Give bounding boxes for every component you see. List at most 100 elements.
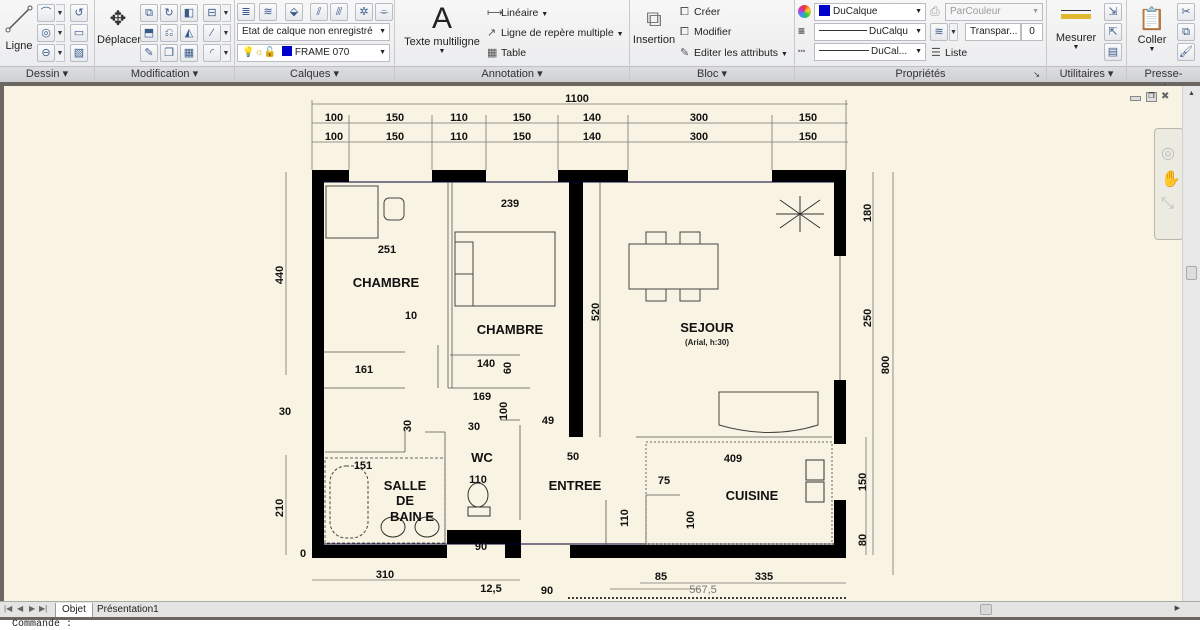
break-dropdown[interactable]: ▼ <box>222 24 231 42</box>
plot-style-select[interactable]: ParCouleur ▼ <box>945 3 1043 21</box>
dim-label: 150 <box>386 131 404 143</box>
fillet-dropdown[interactable]: ▼ <box>222 44 231 62</box>
mtext-button[interactable]: A Texte multiligne ▼ <box>401 2 483 55</box>
dim-30-wc: 30 <box>468 421 480 433</box>
erase-icon[interactable]: ✎ <box>140 44 158 62</box>
rectangle-icon[interactable]: ▭ <box>70 24 88 42</box>
room-cuisine: CUISINE <box>726 488 779 503</box>
polyline-icon[interactable]: ⌒ <box>37 4 55 22</box>
color-wheel-icon <box>798 5 811 18</box>
hatch-icon[interactable]: ▧ <box>70 44 88 62</box>
multileader-button[interactable]: ↗ Ligne de repère multiple ▼ <box>487 26 624 39</box>
spline-icon[interactable]: ↺ <box>70 4 88 22</box>
calculator-icon[interactable]: ▤ <box>1104 43 1122 61</box>
viewport-close-button[interactable]: ✖ <box>1161 92 1172 102</box>
layer-properties-icon[interactable]: ≣ <box>237 3 255 21</box>
join-icon[interactable]: ⊟ <box>203 4 221 22</box>
fillet-icon[interactable]: ◜ <box>203 44 221 62</box>
scroll-right-arrow[interactable]: ▶ <box>1175 604 1180 612</box>
layer-freeze-icon[interactable]: ✲ <box>355 3 373 21</box>
layer-state-select[interactable]: Etat de calque non enregistré ▼ <box>237 23 390 41</box>
layer-match-icon[interactable]: ⬙ <box>285 3 303 21</box>
dim-label: 150 <box>799 112 817 124</box>
next-tab-button[interactable]: ▶ <box>29 604 35 613</box>
room-salle-line2: DE <box>396 493 414 508</box>
plant <box>776 196 824 232</box>
circle-dropdown[interactable]: ▼ <box>56 24 65 42</box>
explode-icon[interactable]: ❐ <box>160 44 178 62</box>
circle-icon[interactable]: ◎ <box>37 24 55 42</box>
break-icon[interactable]: ⁄ <box>203 24 221 42</box>
vertical-scroll-thumb[interactable] <box>1186 266 1197 280</box>
vertical-scrollbar[interactable]: ▲ <box>1182 86 1200 601</box>
create-block-button[interactable]: ⧠ Créer <box>680 6 720 19</box>
copy-clip-icon[interactable]: ⧉ <box>1177 23 1195 41</box>
match-properties-icon[interactable]: ≋ <box>930 23 948 41</box>
prev-tab-button[interactable]: ◀ <box>17 604 23 613</box>
stretch-icon[interactable]: ⬒ <box>140 24 158 42</box>
rotate-icon[interactable]: ↻ <box>160 4 178 22</box>
layer-previous-icon[interactable]: ⫽ <box>310 3 328 21</box>
panel-title-calques[interactable]: Calques ▾ <box>235 66 394 82</box>
quick-select-icon[interactable]: ⇲ <box>1104 3 1122 21</box>
steering-wheel-icon[interactable]: ◎ <box>1161 143 1175 163</box>
tab-objet[interactable]: Objet <box>55 603 93 617</box>
pan-hand-icon[interactable]: ✋ <box>1161 169 1181 189</box>
move-button[interactable]: ✥ Déplacer <box>97 4 142 46</box>
measure-button[interactable]: Mesurer ▼ <box>1051 6 1101 51</box>
layer-isolate-icon[interactable]: ⫻ <box>330 3 348 21</box>
linear-dim-button[interactable]: ⟼Linéaire ▼ <box>487 6 548 19</box>
drawing-canvas[interactable]: 1100 100 150 110 150 140 300 150 100 150… <box>0 86 1200 601</box>
viewport-minimize-button[interactable] <box>1130 96 1141 101</box>
edit-attributes-button[interactable]: ✎ Editer les attributs ▼ <box>680 46 788 59</box>
dim-bottom-90: 90 <box>541 585 553 597</box>
panel-title-bloc[interactable]: Bloc ▾ <box>630 66 794 82</box>
table-button[interactable]: ▦ Table <box>487 46 526 59</box>
panel-title-dessin[interactable]: Dessin ▾ <box>0 66 94 82</box>
dim-10: 10 <box>405 310 417 322</box>
layer-select[interactable]: 💡☼🔓 FRAME 070 ▼ <box>237 44 390 62</box>
polyline-dropdown[interactable]: ▼ <box>56 4 65 22</box>
paste-button[interactable]: 📋 Coller ▼ <box>1131 4 1173 53</box>
ellipse-icon[interactable]: ⊖ <box>37 44 55 62</box>
horizontal-scrollbar[interactable]: ▶ <box>170 604 1180 616</box>
viewport-restore-button[interactable]: ❐ <box>1146 92 1157 102</box>
scroll-up-arrow[interactable]: ▲ <box>1183 90 1200 97</box>
transparency-input[interactable]: 0 <box>1021 23 1043 41</box>
zoom-extents-icon[interactable]: ⤡ <box>1161 195 1174 213</box>
copy-icon[interactable]: ⧉ <box>140 4 158 22</box>
text-icon: A <box>431 2 452 35</box>
layer-off-icon[interactable]: ⌯ <box>375 3 393 21</box>
edit-block-button[interactable]: ⧠ Modifier <box>680 26 731 39</box>
ellipse-dropdown[interactable]: ▼ <box>56 44 65 62</box>
join-dropdown[interactable]: ▼ <box>222 4 231 22</box>
room-entree: ENTREE <box>549 478 602 493</box>
panel-title-modification[interactable]: Modification ▾ <box>95 66 234 82</box>
layer-make-current-icon[interactable]: ≋ <box>259 3 277 21</box>
move-label: Déplacer <box>97 34 142 46</box>
command-line[interactable]: Commande : <box>0 617 1200 630</box>
first-tab-button[interactable]: |◀ <box>4 604 12 613</box>
match-properties-dropdown[interactable]: ▼ <box>949 23 958 41</box>
id-point-icon[interactable]: ⇱ <box>1104 23 1122 41</box>
panel-title-proprietes[interactable]: Propriétés ↘ <box>795 66 1046 82</box>
dim-right-250: 250 <box>862 309 874 327</box>
lineweight-select[interactable]: DuCalqu ▼ <box>814 23 926 41</box>
insert-button[interactable]: ⧉ Insertion <box>632 4 676 46</box>
dim-label: 110 <box>450 112 468 124</box>
line-button[interactable]: Ligne <box>4 4 34 52</box>
horizontal-scroll-thumb[interactable] <box>980 604 992 615</box>
list-button[interactable]: ☰ Liste <box>931 46 967 59</box>
color-select[interactable]: DuCalque ▼ <box>814 3 926 21</box>
offset-icon[interactable]: ⎌ <box>160 24 178 42</box>
panel-title-utilitaires[interactable]: Utilitaires ▾ <box>1047 66 1126 82</box>
tab-presentation1[interactable]: Présentation1 <box>91 603 165 617</box>
match-prop-brush-icon[interactable]: 🖌 <box>1177 43 1195 61</box>
trim-icon[interactable]: ◧ <box>180 4 198 22</box>
cut-icon[interactable]: ✂ <box>1177 3 1195 21</box>
last-tab-button[interactable]: ▶| <box>39 604 47 613</box>
linetype-select[interactable]: DuCal... ▼ <box>814 43 926 61</box>
mirror-icon[interactable]: ◭ <box>180 24 198 42</box>
panel-title-annotation[interactable]: Annotation ▾ <box>395 66 629 82</box>
array-icon[interactable]: ▦ <box>180 44 198 62</box>
